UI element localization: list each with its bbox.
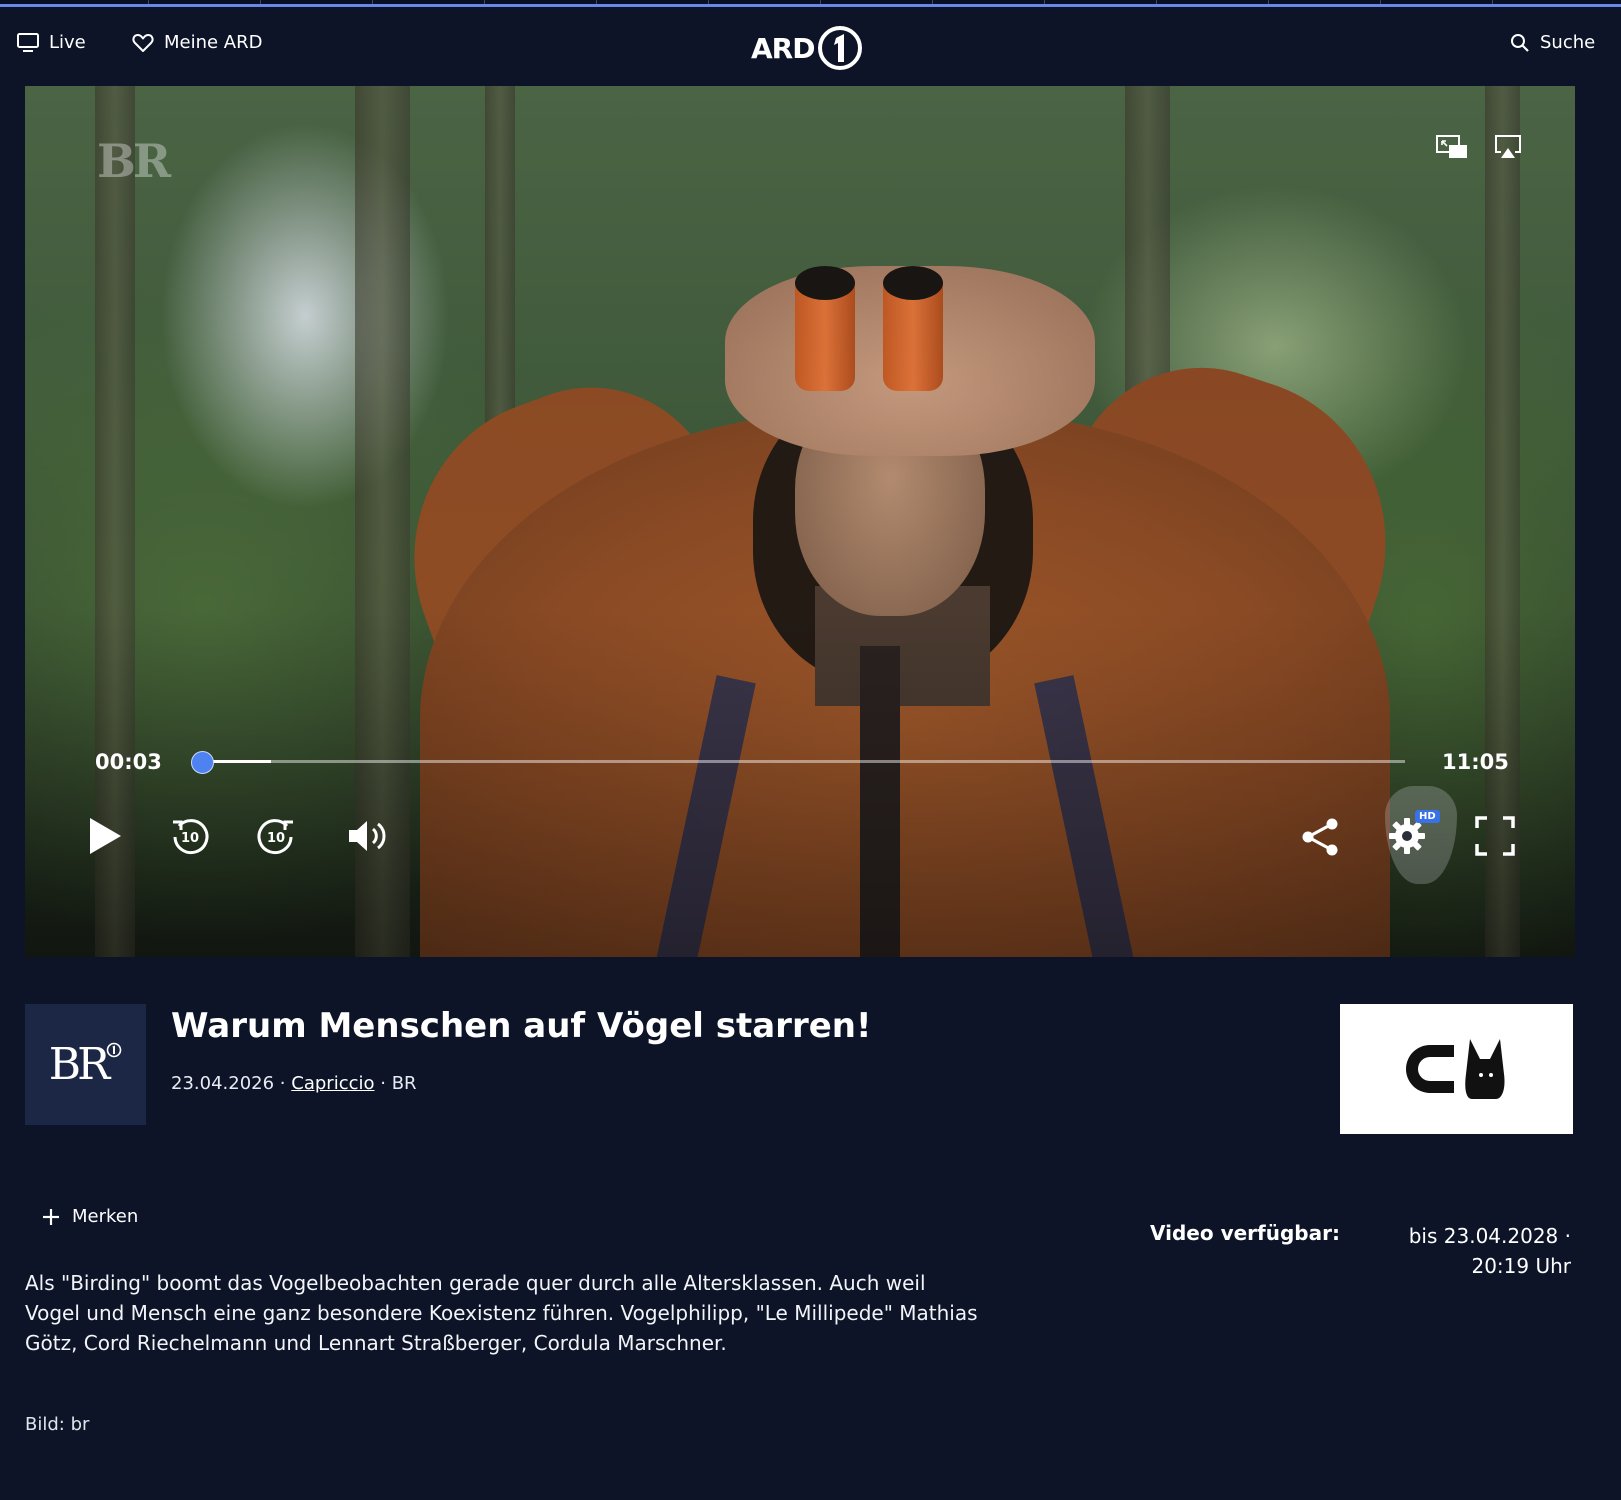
nav-meine-ard[interactable]: Meine ARD [132, 32, 263, 53]
capriccio-logo [1405, 1039, 1505, 1099]
play-button[interactable] [87, 816, 123, 856]
show-link[interactable]: Capriccio [291, 1073, 374, 1094]
video-date: 23.04.2026 [171, 1073, 275, 1094]
video-description: Als "Birding" boomt das Vogelbeobachten … [25, 1271, 978, 1355]
volume-icon [349, 821, 386, 851]
meta-separator: · [380, 1073, 386, 1094]
br-watermark: BR [97, 134, 171, 188]
hd-badge: HD [1415, 810, 1440, 823]
airplay-button[interactable] [1493, 134, 1523, 164]
play-icon [90, 818, 121, 854]
search-icon [1511, 33, 1529, 52]
heart-icon [132, 33, 154, 52]
plus-icon [43, 1208, 59, 1225]
video-meta: 23.04.2026 · Capriccio · BR [171, 1073, 417, 1094]
rewind-seconds: 10 [181, 831, 199, 846]
video-channel: BR [391, 1073, 417, 1094]
availability-value: bis 23.04.2028 · 20:19 Uhr [1408, 1224, 1571, 1278]
share-button[interactable] [1300, 816, 1342, 858]
nav-meine-ard-label: Meine ARD [164, 32, 263, 53]
nav-live-label: Live [49, 32, 86, 53]
ard-one-icon [818, 26, 863, 70]
airplay-icon [1495, 135, 1521, 158]
image-credit: Bild: br [25, 1414, 90, 1435]
settings-button[interactable]: HD [1387, 810, 1440, 856]
picture-in-picture-button[interactable] [1435, 134, 1469, 164]
ard-logo-text: ARD [751, 31, 815, 65]
video-title: Warum Menschen auf Vögel starren! [171, 1006, 872, 1046]
forward-10-button[interactable]: 10 [255, 816, 297, 858]
merken-button[interactable]: Merken [42, 1206, 138, 1227]
rewind-10-icon: 10 [173, 819, 209, 855]
fullscreen-button[interactable] [1475, 816, 1515, 856]
channel-logo-text: BR [48, 1039, 111, 1090]
current-time: 00:03 [95, 750, 162, 774]
share-icon [1302, 818, 1338, 856]
progress-handle[interactable] [191, 751, 215, 774]
merken-label: Merken [72, 1206, 139, 1227]
forward-seconds: 10 [267, 831, 285, 846]
tv-icon [17, 32, 39, 52]
show-thumbnail[interactable] [1340, 1004, 1573, 1134]
top-accent-line [0, 0, 1621, 7]
nav-search[interactable]: Suche [1510, 32, 1595, 53]
fullscreen-icon [1475, 816, 1515, 856]
channel-logo[interactable]: BR [25, 1004, 146, 1125]
video-player[interactable]: BR 00:03 11:05 10 10 HD [25, 86, 1575, 957]
nav-search-label: Suche [1540, 32, 1596, 53]
meta-separator: · [279, 1073, 286, 1094]
nav-live[interactable]: Live [17, 32, 86, 53]
availability-label: Video verfügbar: [1150, 1221, 1340, 1245]
rewind-10-button[interactable]: 10 [169, 816, 211, 858]
forward-10-icon: 10 [257, 819, 293, 855]
progress-bar[interactable] [191, 751, 1405, 774]
ard-logo[interactable]: ARD [751, 24, 864, 72]
picture-in-picture-icon [1436, 135, 1467, 158]
volume-button[interactable] [347, 816, 389, 856]
site-header: Live Meine ARD ARD Suche [0, 8, 1621, 86]
registered-circle-icon [106, 1042, 122, 1057]
duration: 11:05 [1442, 750, 1509, 774]
